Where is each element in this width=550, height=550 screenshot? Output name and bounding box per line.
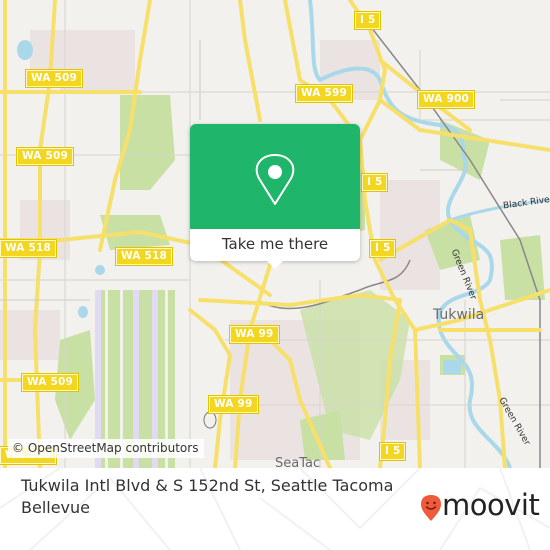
road-shield-i-5: I 5 — [360, 173, 389, 192]
road-shield-wa-509: WA 509 — [15, 147, 75, 166]
road-shield-i-5: I 5 — [368, 239, 397, 258]
road-shield-wa-518: WA 518 — [0, 239, 58, 258]
footer: Tukwila Intl Blvd & S 152nd St, Seattle … — [0, 468, 550, 550]
map-view[interactable]: WA 509 WA 509 WA 518 WA 518 WA 509 WA 50… — [0, 0, 550, 468]
road-shield-wa-509: WA 509 — [24, 69, 84, 88]
moovit-smiley-pin-icon — [421, 495, 441, 521]
road-shield-wa-599: WA 599 — [294, 84, 354, 103]
popup-pointer — [267, 261, 283, 269]
road-shield-wa-99: WA 99 — [208, 395, 259, 414]
road-shield-wa-509: WA 509 — [20, 373, 80, 392]
take-me-there-button[interactable]: Take me there — [190, 229, 360, 261]
map-attribution[interactable]: © OpenStreetMap contributors — [8, 439, 205, 458]
road-shield-wa-518: WA 518 — [114, 247, 174, 266]
road-shield-wa-99: WA 99 — [229, 325, 280, 344]
popup-header — [190, 124, 360, 229]
road-shield-i-5: I 5 — [378, 442, 407, 461]
place-label-tukwila: Tukwila — [433, 307, 485, 323]
location-popup: Take me there — [190, 124, 360, 269]
road-shield-wa-900: WA 900 — [416, 90, 476, 109]
address-text: Tukwila Intl Blvd & S 152nd St, Seattle … — [21, 476, 394, 517]
road-shield-i-5: I 5 — [353, 11, 382, 30]
place-label-seatac: SeaTac — [275, 456, 321, 468]
moovit-wordmark: moovit — [442, 488, 540, 522]
map-pin-icon — [255, 154, 295, 205]
